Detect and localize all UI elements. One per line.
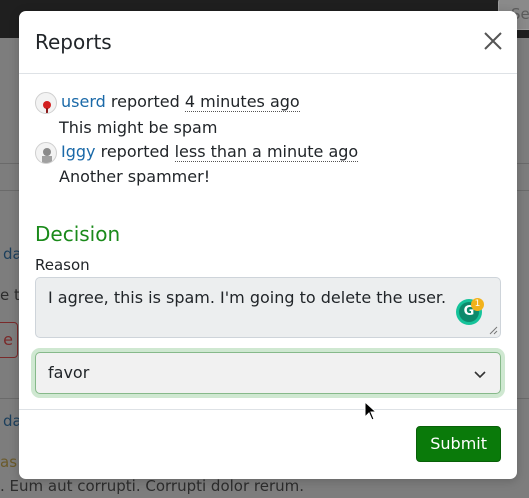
modal-header: Reports <box>19 11 517 74</box>
submit-button[interactable]: Submit <box>416 426 501 462</box>
close-button[interactable] <box>483 31 503 51</box>
avatar <box>35 92 57 114</box>
reason-label: Reason <box>35 256 90 274</box>
report-line: userd reported 4 minutes ago <box>61 91 300 113</box>
user-link[interactable]: userd <box>61 92 106 111</box>
modal-title: Reports <box>35 30 112 54</box>
decision-heading: Decision <box>35 222 121 246</box>
report-verb: reported <box>110 92 180 111</box>
reports-modal: Reports userd reported 4 minutes ago Thi… <box>19 11 517 479</box>
report-time: 4 minutes ago <box>184 92 300 112</box>
grammarly-count-badge: 1 <box>471 298 484 311</box>
reason-textarea[interactable]: I agree, this is spam. I'm going to dele… <box>35 277 501 338</box>
background-button: e <box>0 322 18 358</box>
decision-select[interactable]: favor <box>35 352 501 394</box>
resize-handle-icon[interactable] <box>488 325 498 335</box>
report-line: Iggy reported less than a minute ago <box>61 141 359 163</box>
close-icon <box>484 32 502 50</box>
background-text: as <box>0 453 18 471</box>
report-message: This might be spam <box>59 118 218 137</box>
chevron-down-icon <box>474 371 486 379</box>
reason-text: I agree, this is spam. I'm going to dele… <box>48 288 447 307</box>
user-link[interactable]: Iggy <box>61 142 96 161</box>
modal-footer: Submit <box>19 409 517 479</box>
background-text: e t <box>0 286 20 304</box>
select-value: favor <box>48 363 90 382</box>
report-verb: reported <box>100 142 170 161</box>
report-time: less than a minute ago <box>174 142 359 162</box>
report-message: Another spammer! <box>59 167 211 186</box>
background-text: . Eum aut corrupti. Corrupti dolor rerum… <box>0 477 305 495</box>
mouse-cursor-icon <box>364 401 378 421</box>
avatar <box>35 142 57 164</box>
